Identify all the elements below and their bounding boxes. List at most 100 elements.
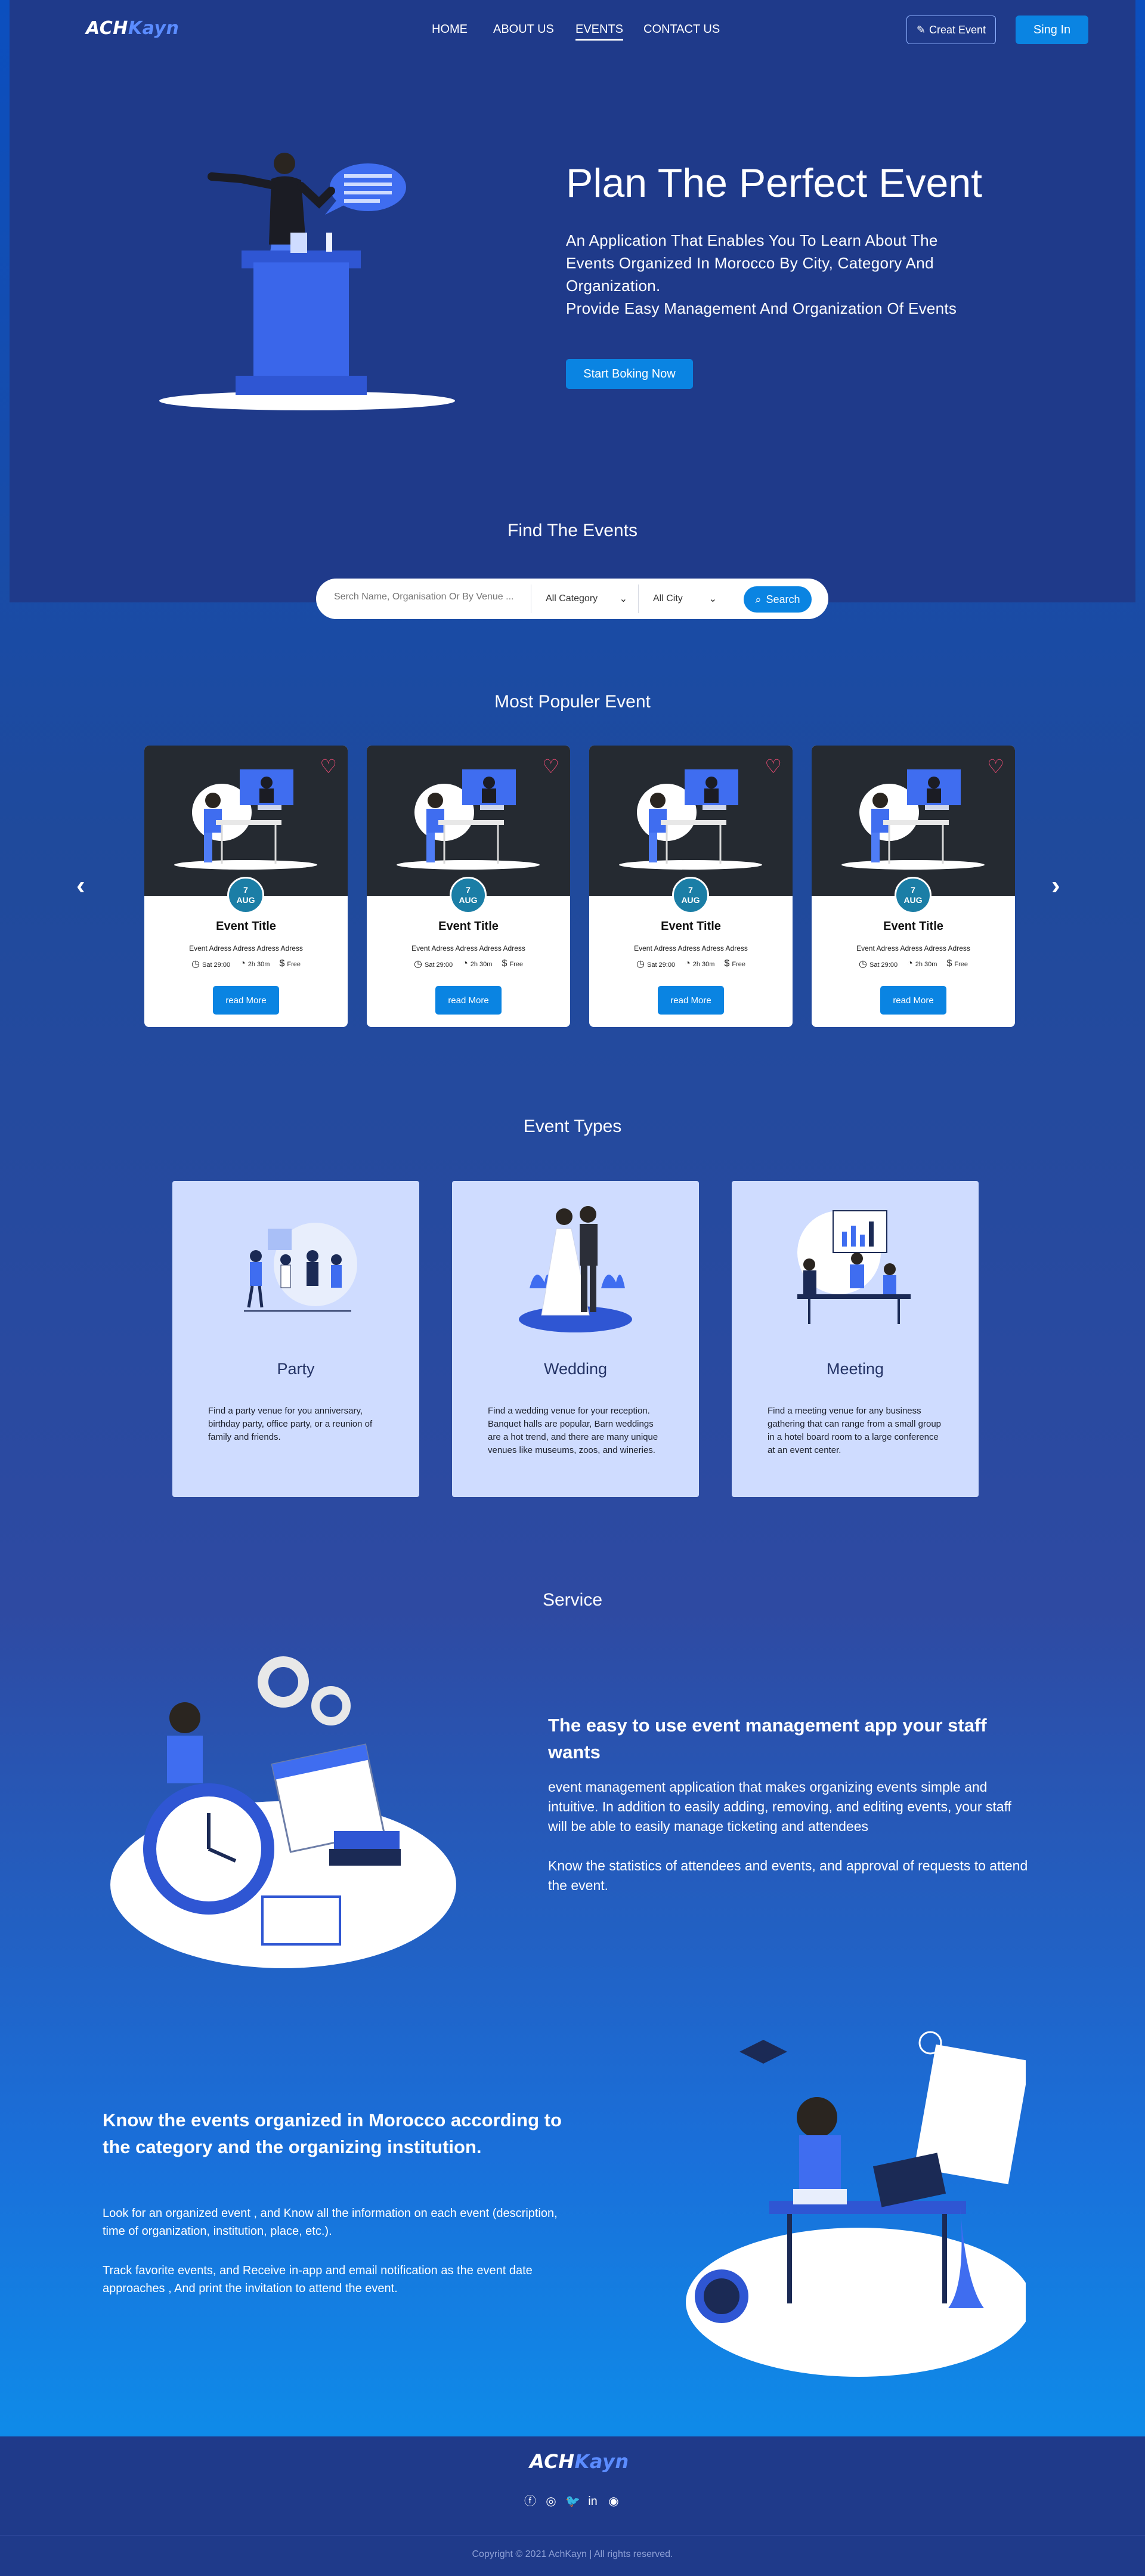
- footer-logo[interactable]: ACHKayn: [530, 2450, 629, 2473]
- type-card-party[interactable]: Party Find a party venue for you anniver…: [172, 1181, 419, 1497]
- event-duration: 2h 30m: [247, 961, 270, 968]
- event-address: Event Adress Adress Adress Adress: [189, 944, 303, 953]
- date-badge: 7 AUG: [450, 877, 487, 914]
- service-heading: The easy to use event management app you…: [548, 1715, 987, 1762]
- service-title: Service: [542, 1590, 603, 1610]
- event-title: Event Title: [661, 920, 721, 933]
- event-date: Sat 29:00: [424, 961, 453, 969]
- event-meta: ◷ Sat 29:00 ◔ 2h 30m $ Free: [812, 958, 1015, 970]
- type-name: Party: [277, 1360, 315, 1378]
- favorite-heart-icon[interactable]: ♡: [542, 755, 559, 778]
- type-description: Find a wedding venue for your reception.…: [488, 1406, 658, 1455]
- event-card[interactable]: ♡ 7 AUG Event Title Event Adress Adress …: [367, 746, 570, 1027]
- footer-logo-part-kayn: Kayn: [574, 2450, 629, 2473]
- event-price: Free: [732, 961, 745, 968]
- event-meta: ◷ Sat 29:00 ◔ 2h 30m $ Free: [144, 958, 348, 970]
- sign-in-button[interactable]: Sing In: [1016, 16, 1088, 44]
- timer-icon: ◔: [907, 958, 913, 969]
- nav-contact-us[interactable]: CONTACT US: [643, 23, 720, 36]
- facebook-icon[interactable]: ⓕ: [524, 2495, 537, 2508]
- wedding-illustration: [519, 1206, 632, 1332]
- logo-part-kayn: Kayn: [128, 18, 180, 39]
- event-types-title: Event Types: [523, 1117, 622, 1136]
- dollar-icon: $: [502, 958, 507, 969]
- event-card[interactable]: ♡ 7 AUG Event Title Event Adress Adress …: [144, 746, 348, 1027]
- read-more-button[interactable]: read More: [658, 986, 724, 1015]
- type-description: Find a meeting venue for any business ga…: [768, 1406, 941, 1455]
- create-event-label: Creat Event: [929, 23, 986, 36]
- event-card[interactable]: ♡ 7 AUG Event Title Event Adress Adress …: [589, 746, 793, 1027]
- clock-icon: ◷: [636, 959, 645, 969]
- clock-icon: ◷: [859, 959, 867, 969]
- event-meta: ◷ Sat 29:00 ◔ 2h 30m $ Free: [367, 958, 570, 970]
- party-illustration: [244, 1223, 357, 1312]
- service-paragraph-2: Know the statistics of attendees and eve…: [548, 1858, 1028, 1893]
- github-icon[interactable]: ◉: [607, 2495, 620, 2508]
- favorite-heart-icon[interactable]: ♡: [987, 755, 1004, 778]
- carousel-prev-icon[interactable]: ‹: [76, 871, 85, 901]
- search-button-label: Search: [766, 593, 800, 605]
- timer-icon: ◔: [240, 958, 246, 969]
- nav-events[interactable]: EVENTS: [575, 23, 624, 41]
- date-day: 7: [466, 885, 471, 895]
- know-heading: Know the events organized in Morocco acc…: [103, 2110, 562, 2157]
- nav-home[interactable]: HOME: [432, 23, 468, 36]
- type-card-wedding[interactable]: Wedding Find a wedding venue for your re…: [452, 1181, 699, 1497]
- meeting-illustration: [797, 1210, 911, 1324]
- create-event-button[interactable]: ✎ Creat Event: [906, 16, 996, 44]
- service-paragraph-1: event management application that makes …: [548, 1779, 1011, 1834]
- date-badge: 7 AUG: [227, 877, 264, 914]
- date-month: AUG: [459, 895, 478, 905]
- event-image: ♡: [367, 746, 570, 896]
- dollar-icon: $: [946, 958, 952, 969]
- service-illustration: [110, 1656, 456, 1968]
- category-select-value: All Category: [546, 593, 598, 604]
- date-badge: 7 AUG: [672, 877, 709, 914]
- chevron-down-icon: ⌄: [619, 594, 627, 604]
- brand-logo[interactable]: ACHKayn: [86, 18, 179, 39]
- read-more-button[interactable]: read More: [213, 986, 279, 1015]
- hero-title: Plan The Perfect Event: [566, 160, 983, 206]
- event-image: ♡: [812, 746, 1015, 896]
- search-input[interactable]: [334, 592, 525, 602]
- find-events-title: Find The Events: [507, 521, 638, 540]
- event-image: ♡: [144, 746, 348, 896]
- twitter-icon[interactable]: 🐦: [565, 2495, 580, 2508]
- event-date: Sat 29:00: [646, 961, 676, 969]
- event-duration: 2h 30m: [915, 961, 937, 968]
- logo-part-ach: ACH: [86, 18, 128, 39]
- event-title: Event Title: [438, 920, 499, 933]
- city-select[interactable]: All City ⌄: [638, 585, 728, 613]
- carousel-next-icon[interactable]: ›: [1051, 871, 1060, 901]
- linkedin-icon[interactable]: in: [586, 2495, 599, 2508]
- event-title: Event Title: [216, 920, 276, 933]
- event-card[interactable]: ♡ 7 AUG Event Title Event Adress Adress …: [812, 746, 1015, 1027]
- date-month: AUG: [236, 895, 255, 905]
- pencil-icon: ✎: [916, 23, 926, 36]
- read-more-button[interactable]: read More: [880, 986, 946, 1015]
- date-day: 7: [243, 885, 248, 895]
- event-date: Sat 29:00: [869, 961, 898, 969]
- category-select[interactable]: All Category ⌄: [531, 585, 638, 613]
- favorite-heart-icon[interactable]: ♡: [765, 755, 782, 778]
- favorite-heart-icon[interactable]: ♡: [320, 755, 337, 778]
- know-paragraph-1: Look for an organized event , and Know a…: [103, 2207, 558, 2238]
- footer-logo-part-ach: ACH: [530, 2450, 575, 2473]
- event-price: Free: [287, 961, 301, 968]
- event-address: Event Adress Adress Adress Adress: [411, 944, 525, 953]
- study-illustration: [686, 2031, 1026, 2377]
- read-more-button[interactable]: read More: [435, 986, 502, 1015]
- city-select-value: All City: [653, 593, 683, 604]
- nav-about-us[interactable]: ABOUT US: [493, 23, 554, 36]
- timer-icon: ◔: [462, 958, 468, 969]
- instagram-icon[interactable]: ◎: [544, 2495, 558, 2508]
- dollar-icon: $: [279, 958, 285, 969]
- search-button[interactable]: ⌕ Search: [744, 586, 812, 613]
- event-meta: ◷ Sat 29:00 ◔ 2h 30m $ Free: [589, 958, 793, 970]
- type-description: Find a party venue for you anniversary, …: [208, 1406, 373, 1442]
- event-price: Free: [954, 961, 968, 968]
- type-card-meeting[interactable]: Meeting Find a meeting venue for any bus…: [732, 1181, 979, 1497]
- event-address: Event Adress Adress Adress Adress: [634, 944, 748, 953]
- start-booking-button[interactable]: Start Boking Now: [566, 359, 693, 389]
- search-icon: ⌕: [755, 593, 762, 605]
